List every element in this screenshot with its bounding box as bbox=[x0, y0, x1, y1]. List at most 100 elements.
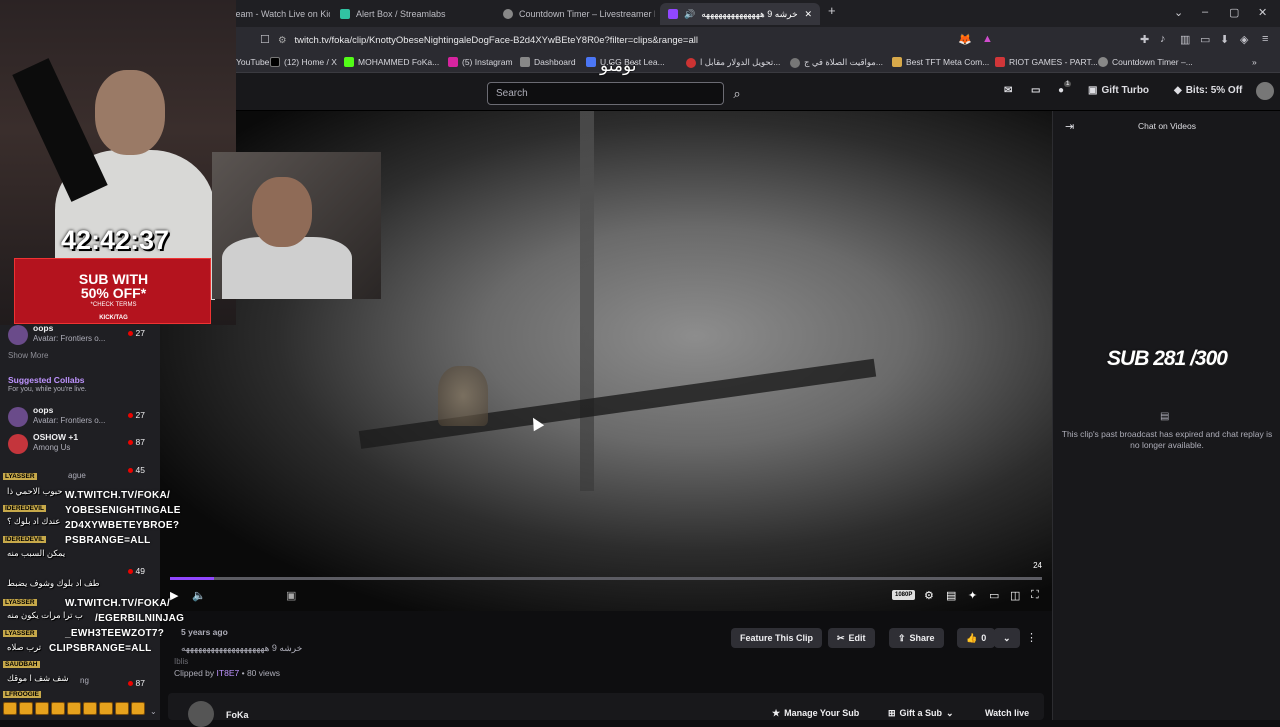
overlay-chat-url: W.TWITCH.TV/FOKA/ bbox=[65, 598, 171, 609]
like-button[interactable]: 👍 0 bbox=[957, 628, 996, 648]
channel-avatar bbox=[8, 325, 28, 345]
close-tab-icon[interactable]: ✕ bbox=[804, 9, 812, 20]
bookmark-item[interactable]: (5) Instagram bbox=[448, 57, 513, 67]
like-dropdown-button[interactable]: ⌄ bbox=[994, 628, 1020, 648]
notifications-icon[interactable]: ● 1 bbox=[1058, 80, 1075, 96]
bits-button[interactable]: ◆ Bits: 5% Off bbox=[1174, 85, 1242, 96]
volume-icon[interactable]: 🔈 bbox=[192, 589, 206, 602]
avatar[interactable] bbox=[1256, 82, 1274, 100]
browser-tab[interactable]: Countdown Timer – Livestreamer Hu bbox=[495, 3, 655, 25]
guest-webcam bbox=[212, 152, 381, 299]
search-button[interactable]: ⌕ bbox=[726, 82, 748, 105]
sub-promo-banner: SUB WITH 50% OFF* *CHECK TERMS KICK/TAG bbox=[14, 258, 211, 324]
live-dot-icon bbox=[127, 412, 133, 418]
prime-icon[interactable]: ✉ bbox=[1004, 85, 1012, 96]
feature-clip-button[interactable]: Feature This Clip bbox=[731, 628, 823, 648]
shield-icon[interactable]: ◈ bbox=[1240, 33, 1248, 46]
seek-bar[interactable] bbox=[170, 577, 1042, 580]
bookmark-item[interactable]: YouTube bbox=[236, 57, 269, 67]
bookmark-item[interactable]: Dashboard bbox=[520, 57, 576, 67]
whispers-icon[interactable]: ▭ bbox=[1031, 85, 1040, 96]
tab-label: Countdown Timer – Livestreamer Hu bbox=[519, 9, 655, 19]
bookmark-label: MOHAMMED FoKa... bbox=[358, 57, 440, 67]
emote-icon bbox=[3, 702, 17, 715]
overlay-chat-message: عندك اد بلوك ؟ bbox=[7, 516, 61, 526]
clip-age: 5 years ago bbox=[181, 627, 228, 637]
puzzle-icon[interactable]: ✚ bbox=[1140, 33, 1149, 46]
picture-in-picture-icon[interactable]: ▭ bbox=[989, 589, 999, 602]
url-text: twitch.tv/foka/clip/KnottyObeseNightinga… bbox=[294, 35, 698, 46]
bookmark-item[interactable]: Countdown Timer –... bbox=[1098, 57, 1193, 67]
clip-create-icon[interactable]: ▤ bbox=[946, 589, 956, 602]
extension-icon[interactable]: 🦊 bbox=[958, 33, 972, 46]
theater-mode-icon[interactable]: ◫ bbox=[1010, 589, 1020, 602]
suggested-collabs-title: Suggested Collabs bbox=[8, 375, 85, 385]
emote-icon bbox=[99, 702, 113, 715]
bits-icon: ◆ bbox=[1174, 85, 1182, 96]
bookmark-item[interactable]: مواقيت الصلاة في ج... bbox=[790, 57, 883, 68]
browser-tab-active[interactable]: 🔊 خرشه 9 ههههههههههههههه ✕ bbox=[660, 3, 820, 25]
close-window-icon[interactable]: ✕ bbox=[1258, 6, 1267, 19]
bookmark-item[interactable]: (12) Home / X bbox=[270, 57, 337, 67]
overlay-chat-url: 2D4XYWBETEYBROE? bbox=[65, 520, 180, 531]
wallet-icon[interactable]: ▭ bbox=[1200, 33, 1210, 46]
bookmark-item[interactable]: تحويل الدولار مقابل ا... bbox=[686, 57, 780, 68]
bookmark-item[interactable]: Best TFT Meta Com... bbox=[892, 57, 989, 67]
bookmark-icon[interactable]: ☐ bbox=[260, 33, 270, 46]
more-options-icon[interactable]: ⋮ bbox=[1026, 631, 1037, 644]
watch-live-button[interactable]: Watch live bbox=[976, 705, 1038, 721]
channel-avatar bbox=[8, 434, 28, 454]
clipper-link[interactable]: IT8E7 bbox=[217, 668, 240, 678]
bookmark-item[interactable]: RIOT GAMES - PART... bbox=[995, 57, 1098, 67]
gift-turbo-button[interactable]: ▣ Gift Turbo bbox=[1088, 85, 1149, 96]
gift-sub-button[interactable]: ⊞ Gift a Sub ⌄ bbox=[879, 705, 963, 721]
downloads-icon[interactable]: ⬇ bbox=[1220, 33, 1229, 46]
clip-icon[interactable]: ▣ bbox=[286, 589, 296, 602]
sidebar-icon[interactable]: ▥ bbox=[1180, 33, 1190, 46]
quality-badge[interactable]: 1080P bbox=[892, 590, 916, 600]
manage-sub-button[interactable]: ★ Manage Your Sub bbox=[763, 705, 868, 721]
extensions-icon[interactable]: ✦ bbox=[968, 589, 977, 602]
bookmark-label: YouTube bbox=[236, 57, 270, 67]
channel-name[interactable]: FoKa bbox=[226, 710, 249, 720]
share-label: Share bbox=[909, 633, 935, 643]
overlay-emote-row bbox=[3, 702, 145, 715]
extension-icon[interactable]: ▲ bbox=[982, 33, 993, 45]
edit-button[interactable]: ✂ Edit bbox=[828, 628, 875, 648]
menu-icon[interactable]: ≡ bbox=[1262, 33, 1268, 45]
overlay-chat-message: يمكن السبب منه bbox=[7, 548, 66, 558]
turbo-icon: ▣ bbox=[1088, 85, 1098, 96]
bookmark-item[interactable]: MOHAMMED FoKa... bbox=[344, 57, 439, 67]
site-info-icon[interactable]: ⚙ bbox=[278, 35, 287, 46]
webcam-person bbox=[252, 177, 312, 247]
bookmarks-overflow-icon[interactable]: » bbox=[1252, 57, 1257, 67]
overlay-chat-user: LYASSER bbox=[3, 470, 37, 480]
share-button[interactable]: ⇪ Share bbox=[889, 628, 944, 648]
bookmark-label: Countdown Timer –... bbox=[1112, 57, 1193, 67]
sidebar-channel[interactable]: oops Avatar: Frontiers o... 27 bbox=[8, 322, 153, 348]
fullscreen-icon[interactable]: ⛶ bbox=[1031, 589, 1039, 602]
chevron-down-icon[interactable]: ⌄ bbox=[1174, 6, 1183, 19]
new-tab-icon[interactable]: + bbox=[828, 3, 836, 18]
emote-icon bbox=[51, 702, 65, 715]
maximize-icon[interactable]: ▢ bbox=[1229, 6, 1239, 19]
settings-icon[interactable]: ⚙ bbox=[924, 589, 934, 602]
clip-info-panel: 5 years ago خرشه 9 ههههههههههههههههههههه… bbox=[160, 611, 1052, 727]
bookmark-label: Best TFT Meta Com... bbox=[906, 57, 990, 67]
show-more-link[interactable]: Show More bbox=[8, 351, 48, 360]
bookmark-label: RIOT GAMES - PART... bbox=[1009, 57, 1098, 67]
sidebar-channel[interactable]: OSHOW +1 Among Us 87 bbox=[8, 431, 153, 457]
browser-tab[interactable]: Alert Box / Streamlabs bbox=[332, 3, 492, 25]
viewer-count-value: 27 bbox=[135, 328, 145, 338]
bookmark-label: Dashboard bbox=[534, 57, 576, 67]
url-field[interactable]: ⚙ twitch.tv/foka/clip/KnottyObeseNightin… bbox=[278, 31, 948, 50]
chat-bubble-icon: ▤ bbox=[1160, 411, 1170, 422]
like-count: 0 bbox=[981, 633, 987, 643]
sub-goal-overlay: SUB 281 /300 bbox=[1107, 347, 1228, 370]
music-icon[interactable]: ♪ bbox=[1160, 33, 1166, 45]
search-input[interactable]: Search bbox=[487, 82, 724, 105]
feature-clip-label: Feature This Clip bbox=[740, 633, 814, 643]
channel-avatar[interactable] bbox=[188, 701, 214, 727]
minimize-icon[interactable]: – bbox=[1202, 6, 1208, 18]
sidebar-channel[interactable]: oops Avatar: Frontiers o... 27 bbox=[8, 404, 153, 430]
